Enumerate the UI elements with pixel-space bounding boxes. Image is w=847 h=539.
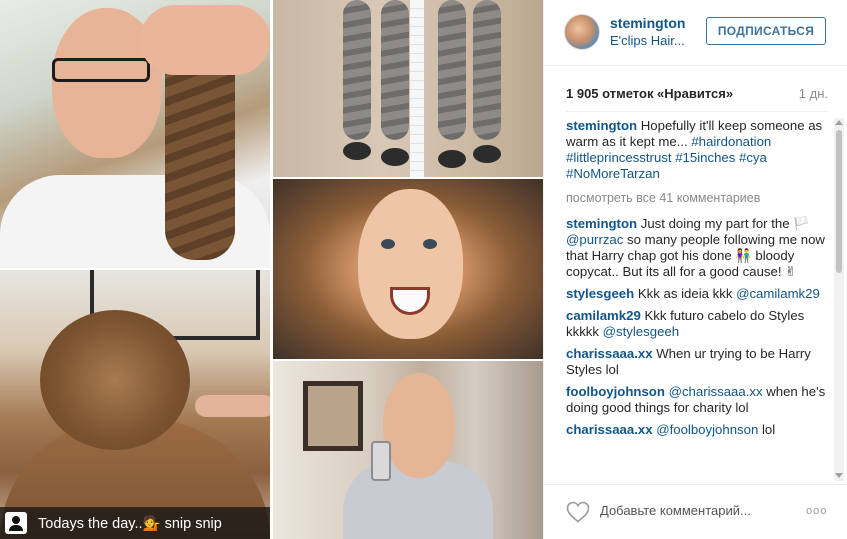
avatar[interactable] (564, 14, 600, 50)
like-heart-icon[interactable] (566, 501, 590, 523)
hair-tie (343, 142, 371, 160)
scrollbar-thumb[interactable] (836, 130, 842, 273)
comment-item: charissaaa.xx @foolboyjohnson lol (566, 422, 834, 438)
likes-count[interactable]: 1 905 отметок «Нравится» (566, 86, 733, 101)
comment-item: charissaaa.xx When ur trying to be Harry… (566, 346, 834, 378)
hair-tie (381, 148, 409, 166)
comment-text: lol (758, 422, 776, 437)
braid (473, 0, 501, 140)
braid (438, 0, 466, 140)
likes-row: 1 905 отметок «Нравится» 1 дн. (566, 86, 828, 101)
comment-username[interactable]: charissaaa.xx (566, 346, 653, 361)
eye (381, 239, 395, 249)
comment-item: foolboyjohnson @charissaaa.xx when he's … (566, 384, 834, 416)
header-username[interactable]: stemington (610, 15, 685, 31)
photo-caption-text: Todays the day..💁 snip snip (38, 515, 222, 532)
comment-username[interactable]: stylesgeeh (566, 286, 634, 301)
follow-button[interactable]: ПОДПИСАТЬСЯ (706, 17, 826, 45)
glasses (52, 58, 150, 82)
view-all-comments-link[interactable]: посмотреть все 41 комментариев (566, 190, 834, 206)
comments-scrollbar[interactable] (834, 118, 844, 481)
phone (371, 441, 391, 481)
measuring-tape (410, 0, 424, 177)
post-side-panel: stemington E'clips Hair... ПОДПИСАТЬСЯ 1… (543, 0, 847, 539)
braid (343, 0, 371, 140)
post-footer: ooo (544, 484, 847, 539)
comment-mention[interactable]: @foolboyjohnson (656, 422, 758, 437)
wall-mirror (303, 381, 363, 451)
comment-mention[interactable]: @camilamk29 (736, 286, 820, 301)
comment-item: stemington Just doing my part for the 🏳️… (566, 216, 834, 280)
photo-hair-bun: Todays the day..💁 snip snip (0, 270, 270, 539)
photo-braids-selfie (0, 0, 270, 268)
comment-text: Kkk as ideia kkk (637, 286, 737, 301)
divider (566, 111, 828, 112)
comment-username[interactable]: charissaaa.xx (566, 422, 653, 437)
caption-comment: stemington Hopefully it'll keep someone … (566, 118, 834, 182)
photo-long-hair-smile (273, 179, 543, 359)
comment-username[interactable]: stemington (566, 216, 637, 231)
comment-username[interactable]: camilamk29 (566, 308, 641, 323)
comment-text: Just doing my part for the 🏳️ (640, 216, 810, 231)
braid (381, 0, 409, 140)
scroll-down-arrow-icon[interactable] (835, 473, 843, 478)
post-header: stemington E'clips Hair... ПОДПИСАТЬСЯ (544, 0, 847, 66)
comment-username[interactable]: stemington (566, 118, 637, 133)
face (358, 189, 463, 339)
photo-mirror-selfie (273, 361, 543, 539)
comment-mention[interactable]: @charissaaa.xx (669, 384, 763, 399)
post-photo-collage[interactable]: Todays the day..💁 snip snip (0, 0, 543, 539)
face (383, 373, 455, 478)
comment-mention[interactable]: @purrzac (566, 232, 623, 247)
hair-tie (438, 150, 466, 168)
photo-caption-bar: Todays the day..💁 snip snip (0, 507, 270, 539)
comment-item: stylesgeeh Kkk as ideia kkk @camilamk29 (566, 286, 834, 302)
scroll-up-arrow-icon[interactable] (835, 120, 843, 125)
hand (140, 5, 270, 75)
eye (423, 239, 437, 249)
hair-tie (473, 145, 501, 163)
comment-mention[interactable]: @stylesgeeh (603, 324, 679, 339)
location-link[interactable]: E'clips Hair... (610, 33, 685, 48)
user-tag-icon[interactable] (5, 512, 27, 534)
add-comment-input[interactable] (600, 503, 790, 518)
comments-list[interactable]: stemington Hopefully it'll keep someone … (566, 118, 834, 478)
post-time[interactable]: 1 дн. (799, 86, 828, 101)
fingers (195, 395, 270, 417)
hair-bun (40, 310, 190, 450)
comment-username[interactable]: foolboyjohnson (566, 384, 665, 399)
photo-cut-braids-tape (273, 0, 543, 177)
more-options-button[interactable]: ooo (806, 505, 827, 517)
comment-item: camilamk29 Kkk futuro cabelo do Styles k… (566, 308, 834, 340)
